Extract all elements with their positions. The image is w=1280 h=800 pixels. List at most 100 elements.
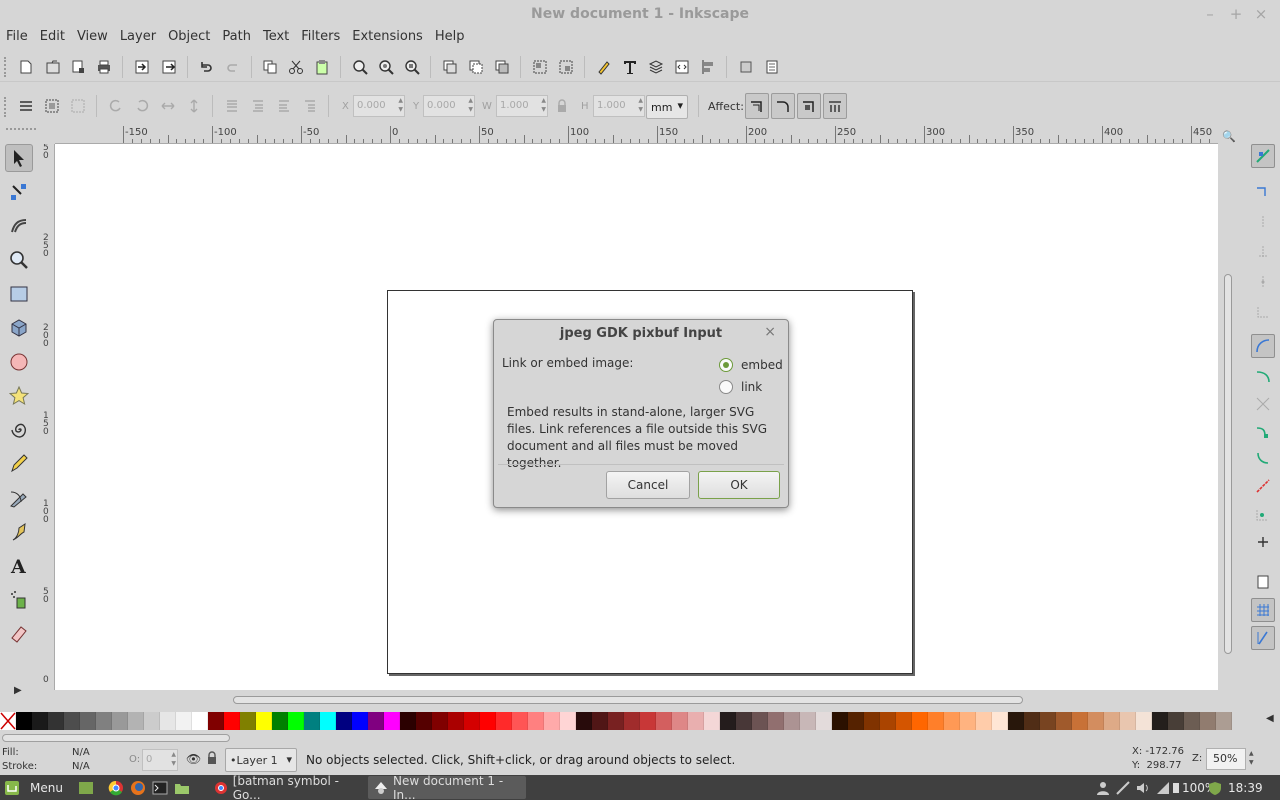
- snap-bbox-button[interactable]: [1251, 180, 1275, 204]
- color-swatch[interactable]: [112, 712, 128, 730]
- snap-enable-button[interactable]: [1251, 144, 1275, 168]
- color-swatch[interactable]: [480, 712, 496, 730]
- eye-icon[interactable]: 👁: [186, 752, 201, 766]
- color-swatch[interactable]: [1184, 712, 1200, 730]
- export-icon[interactable]: [158, 56, 180, 78]
- clone-icon[interactable]: [465, 56, 487, 78]
- lock-ratio-icon[interactable]: [551, 95, 573, 117]
- close-button[interactable]: ×: [1251, 4, 1271, 24]
- color-swatch[interactable]: [1168, 712, 1184, 730]
- dialog-close-button[interactable]: ×: [764, 324, 776, 340]
- link-radio[interactable]: link: [719, 380, 762, 394]
- flip-vertical-icon[interactable]: [183, 95, 205, 117]
- color-swatch[interactable]: [960, 712, 976, 730]
- color-swatch[interactable]: [784, 712, 800, 730]
- color-swatch[interactable]: [1072, 712, 1088, 730]
- color-swatch[interactable]: [624, 712, 640, 730]
- palette-scroll-icon[interactable]: ◀: [1266, 713, 1274, 724]
- fill-value[interactable]: N/A: [72, 747, 90, 758]
- color-swatch[interactable]: [320, 712, 336, 730]
- fill-stroke-icon[interactable]: [593, 56, 615, 78]
- color-swatch[interactable]: [720, 712, 736, 730]
- radio-checked-indicator[interactable]: [719, 358, 733, 372]
- color-swatch[interactable]: [1056, 712, 1072, 730]
- document-properties-icon[interactable]: [761, 56, 783, 78]
- color-swatch[interactable]: [384, 712, 400, 730]
- vertical-scrollbar[interactable]: [1218, 144, 1240, 690]
- xml-editor-icon[interactable]: [671, 56, 693, 78]
- text-font-icon[interactable]: [619, 56, 641, 78]
- eraser-tool[interactable]: [5, 620, 33, 648]
- affect-stroke-width-button[interactable]: [745, 93, 769, 119]
- color-swatch[interactable]: [80, 712, 96, 730]
- layer-select[interactable]: •Layer 1 ▾: [225, 748, 297, 772]
- rotate-cw-icon[interactable]: [131, 95, 153, 117]
- x-field[interactable]: 0.000 ▲ ▼: [353, 95, 405, 117]
- height-field[interactable]: 1.000 ▲ ▼: [593, 95, 645, 117]
- user-icon[interactable]: [1096, 778, 1110, 798]
- color-swatch[interactable]: [544, 712, 560, 730]
- preferences-icon[interactable]: [735, 56, 757, 78]
- snap-bbox-edges-button[interactable]: [1251, 210, 1275, 234]
- shield-icon[interactable]: [1208, 778, 1222, 798]
- unit-select[interactable]: mm ▾: [646, 95, 688, 119]
- width-field[interactable]: 1.000 ▲ ▼: [496, 95, 548, 117]
- color-swatch[interactable]: [64, 712, 80, 730]
- color-swatch[interactable]: [336, 712, 352, 730]
- ellipse-tool[interactable]: [5, 348, 33, 376]
- color-swatch[interactable]: [416, 712, 432, 730]
- color-swatch[interactable]: [256, 712, 272, 730]
- open-file-icon[interactable]: [42, 56, 64, 78]
- snap-cusp-nodes-button[interactable]: [1251, 420, 1275, 444]
- new-document-icon[interactable]: [15, 56, 37, 78]
- toolbar-grip[interactable]: [4, 57, 8, 77]
- pen-tool[interactable]: [5, 484, 33, 512]
- zoom-page-icon[interactable]: [401, 56, 423, 78]
- color-swatch[interactable]: [1088, 712, 1104, 730]
- terminal-launcher-icon[interactable]: [152, 778, 168, 798]
- color-swatch[interactable]: [768, 712, 784, 730]
- color-swatch[interactable]: [864, 712, 880, 730]
- color-swatch[interactable]: [848, 712, 864, 730]
- selector-tool[interactable]: [5, 144, 33, 172]
- color-swatch[interactable]: [752, 712, 768, 730]
- snap-bbox-center-button[interactable]: [1251, 300, 1275, 324]
- network-icon[interactable]: [1116, 778, 1130, 798]
- rectangle-tool[interactable]: [5, 280, 33, 308]
- color-swatch[interactable]: [912, 712, 928, 730]
- scroll-thumb[interactable]: [233, 696, 1023, 704]
- color-swatch[interactable]: [208, 712, 224, 730]
- node-tool[interactable]: [5, 178, 33, 206]
- text-tool[interactable]: A: [5, 552, 33, 580]
- snap-bbox-midpoints-button[interactable]: [1251, 270, 1275, 294]
- zoom-tool[interactable]: [5, 246, 33, 274]
- color-swatch[interactable]: [1040, 712, 1056, 730]
- deselect-icon[interactable]: [67, 95, 89, 117]
- minimize-button[interactable]: –: [1200, 4, 1220, 24]
- import-icon[interactable]: [131, 56, 153, 78]
- snap-bbox-corners-button[interactable]: [1251, 240, 1275, 264]
- scroll-thumb[interactable]: [2, 734, 230, 742]
- spray-tool[interactable]: [5, 586, 33, 614]
- color-swatch[interactable]: [928, 712, 944, 730]
- color-swatch[interactable]: [400, 712, 416, 730]
- color-swatch[interactable]: [608, 712, 624, 730]
- raise-to-top-icon[interactable]: [299, 95, 321, 117]
- snap-path-intersections-button[interactable]: [1251, 392, 1275, 416]
- palette-scrollbar[interactable]: [0, 732, 1280, 744]
- taskbar-window-chrome[interactable]: [batman symbol - Go...: [208, 774, 364, 800]
- menu-filters[interactable]: Filters: [295, 28, 346, 48]
- snap-grids-button[interactable]: [1251, 598, 1275, 622]
- zoom-spinner[interactable]: ▲ ▼: [1249, 749, 1254, 767]
- color-swatch[interactable]: [1008, 712, 1024, 730]
- color-swatch[interactable]: [1200, 712, 1216, 730]
- lower-icon[interactable]: [247, 95, 269, 117]
- select-all-icon[interactable]: [15, 95, 37, 117]
- volume-icon[interactable]: [1136, 778, 1150, 798]
- chrome-launcher-icon[interactable]: [108, 778, 124, 798]
- color-swatch[interactable]: [880, 712, 896, 730]
- ungroup-icon[interactable]: [555, 56, 577, 78]
- horizontal-ruler[interactable]: -150 -100 -50 0 50 100 150 200 250 300 350 400 450: [55, 126, 1218, 144]
- scroll-thumb[interactable]: [1224, 274, 1232, 654]
- show-desktop-icon[interactable]: [78, 778, 94, 798]
